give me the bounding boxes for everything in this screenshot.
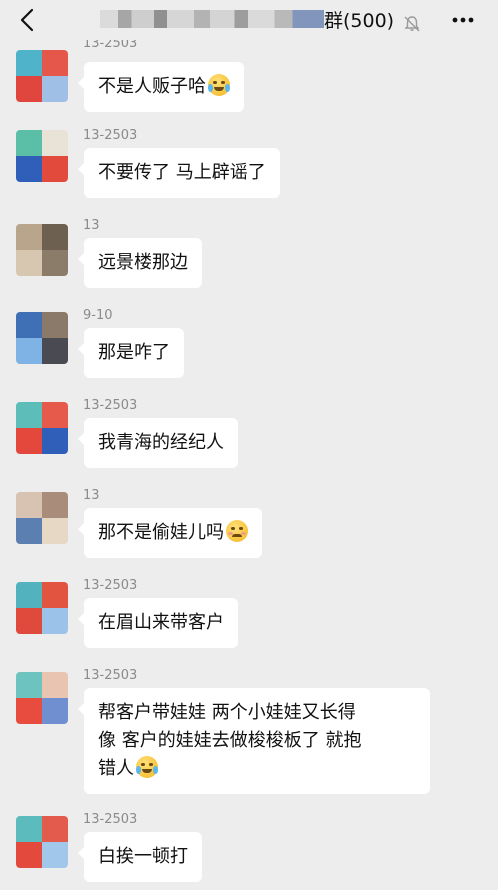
message-bubble[interactable]: 在眉山来带客户 — [78, 598, 238, 648]
laugh-cry-emoji-icon — [136, 756, 158, 778]
message-text: 白挨一顿打 — [98, 846, 188, 867]
message-text-line: 帮客户带娃娃 两个小娃娃又长得 — [98, 702, 356, 723]
sender-name: 13-2503 — [83, 812, 138, 827]
avatar[interactable] — [16, 816, 68, 868]
chat-title: 群(500) — [100, 6, 430, 32]
pixelated-group-name — [100, 10, 324, 28]
sender-name: 9-10 — [83, 308, 113, 323]
avatar[interactable] — [16, 402, 68, 454]
more-dots-icon — [452, 17, 474, 23]
message-bubble[interactable]: 那不是偷娃儿吗 — [78, 508, 262, 558]
message-text: 那不是偷娃儿吗 — [98, 522, 224, 543]
message-bubble[interactable]: 不是人贩子哈 — [78, 62, 244, 112]
sender-name: 13-2503 — [83, 578, 138, 593]
message-text: 不要传了 马上辟谣了 — [98, 162, 266, 183]
bell-muted-icon — [404, 16, 420, 32]
message-bubble[interactable]: 我青海的经纪人 — [78, 418, 238, 468]
sender-name: 13-2503 — [83, 668, 138, 683]
chevron-left-icon — [20, 8, 34, 32]
sender-name: 13 — [83, 488, 100, 503]
message-bubble[interactable]: 白挨一顿打 — [78, 832, 202, 882]
avatar[interactable] — [16, 130, 68, 182]
avatar[interactable] — [16, 492, 68, 544]
avatar[interactable] — [16, 224, 68, 276]
message-text-line: 错人 — [98, 758, 134, 779]
avatar[interactable] — [16, 50, 68, 102]
message-bubble[interactable]: 帮客户带娃娃 两个小娃娃又长得 像 客户的娃娃去做梭梭板了 就抱 错人 — [78, 688, 430, 794]
avatar[interactable] — [16, 582, 68, 634]
sender-name: 13-2503 — [83, 128, 138, 143]
message-bubble[interactable]: 远景楼那边 — [78, 238, 202, 288]
avatar[interactable] — [16, 312, 68, 364]
awkward-emoji-icon — [226, 520, 248, 542]
chat-header: 群(500) — [0, 0, 498, 40]
message-text: 我青海的经纪人 — [98, 432, 224, 453]
message-text: 那是咋了 — [98, 342, 170, 363]
avatar[interactable] — [16, 672, 68, 724]
message-bubble[interactable]: 那是咋了 — [78, 328, 184, 378]
back-button[interactable] — [12, 4, 44, 36]
chat-screen: 群(500) 13-2503 不是人贩子哈 13-2503 不要传了 马上辟谣了… — [0, 0, 498, 890]
group-title-text: 群(500) — [324, 10, 395, 32]
sender-name: 13-2503 — [83, 398, 138, 413]
message-bubble[interactable]: 不要传了 马上辟谣了 — [78, 148, 280, 198]
message-text-line: 像 客户的娃娃去做梭梭板了 就抱 — [98, 730, 362, 751]
message-text: 不是人贩子哈 — [98, 76, 206, 97]
sender-name: 13 — [83, 218, 100, 233]
laugh-cry-emoji-icon — [208, 74, 230, 96]
message-text: 在眉山来带客户 — [98, 612, 224, 633]
more-button[interactable] — [450, 8, 476, 32]
message-text: 远景楼那边 — [98, 252, 188, 273]
